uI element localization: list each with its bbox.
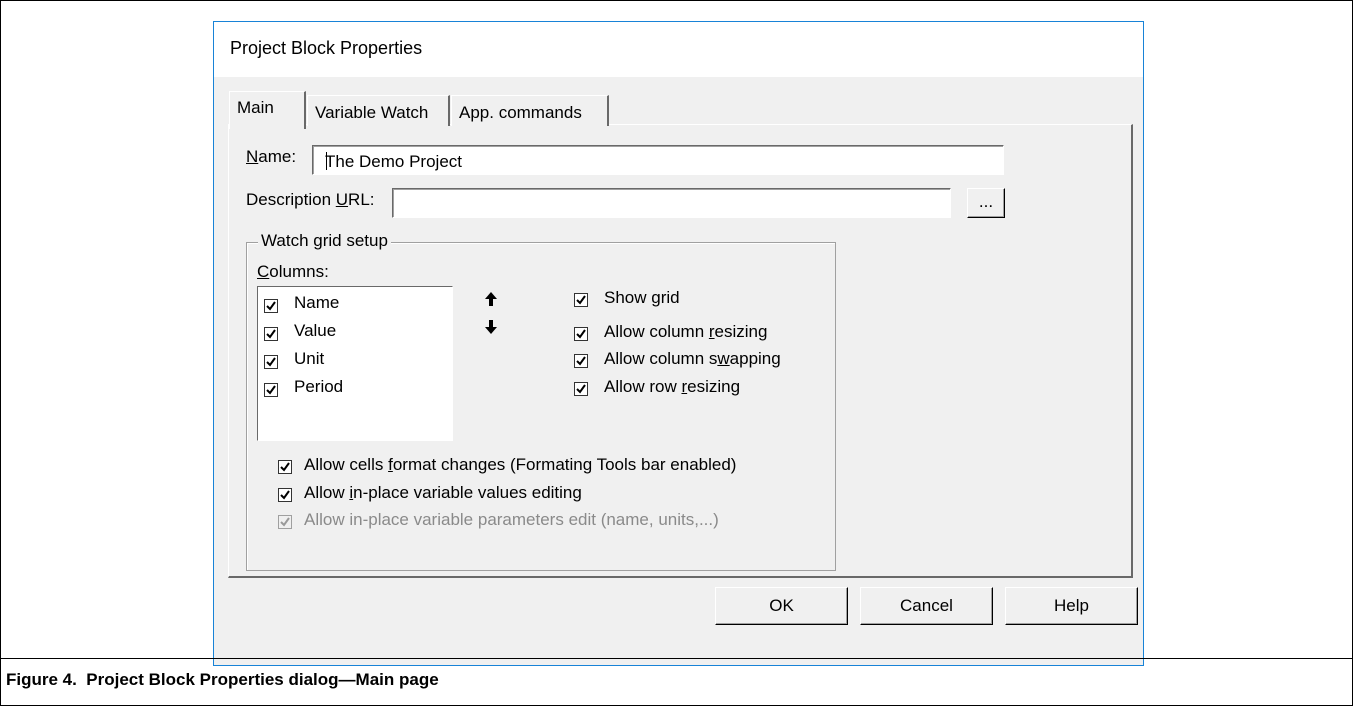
show-grid-label: Show grid bbox=[604, 288, 680, 307]
allow-inplace-params-label: Allow in-place variable parameters edit … bbox=[304, 510, 719, 529]
dialog-title: Project Block Properties bbox=[230, 38, 423, 58]
allow-column-swapping-label: Allow column swapping bbox=[604, 349, 781, 368]
allow-row-resizing-label: Allow row resizing bbox=[604, 377, 741, 396]
cancel-button[interactable]: Cancel bbox=[860, 587, 993, 625]
tab-main[interactable]: Main bbox=[229, 91, 306, 129]
name-label: Name: bbox=[246, 147, 297, 166]
column-value-checkbox[interactable] bbox=[264, 327, 278, 341]
allow-inplace-values-label: Allow in-place variable values editing bbox=[304, 483, 582, 502]
browse-button[interactable]: ... bbox=[967, 188, 1005, 218]
columns-listbox[interactable]: Name Value Unit Period bbox=[257, 286, 453, 441]
allow-inplace-params-checkbox bbox=[278, 515, 292, 529]
arrow-down-icon[interactable] bbox=[483, 319, 499, 335]
description-url-field[interactable] bbox=[392, 188, 951, 218]
caption-divider bbox=[0, 658, 1352, 659]
column-name-checkbox[interactable] bbox=[264, 299, 278, 313]
column-value-label: Value bbox=[294, 321, 337, 340]
dialog-titlebar: Project Block Properties bbox=[214, 22, 1143, 77]
figure-caption: Figure 4. Project Block Properties dialo… bbox=[6, 670, 439, 689]
allow-cells-format-checkbox[interactable] bbox=[278, 460, 292, 474]
allow-cells-format-label: Allow cells format changes (Formating To… bbox=[304, 455, 737, 474]
column-unit-label: Unit bbox=[294, 349, 325, 368]
help-button[interactable]: Help bbox=[1005, 587, 1138, 625]
column-period-checkbox[interactable] bbox=[264, 383, 278, 397]
allow-column-resizing-checkbox[interactable] bbox=[574, 327, 588, 341]
allow-inplace-values-checkbox[interactable] bbox=[278, 488, 292, 502]
project-block-properties-dialog: Project Block Properties Name: The Demo … bbox=[213, 21, 1144, 666]
allow-column-swapping-checkbox[interactable] bbox=[574, 354, 588, 368]
tab-variable-watch[interactable]: Variable Watch bbox=[307, 95, 450, 126]
allow-column-resizing-label: Allow column resizing bbox=[604, 322, 768, 341]
show-grid-checkbox[interactable] bbox=[574, 293, 588, 307]
allow-row-resizing-checkbox[interactable] bbox=[574, 382, 588, 396]
column-unit-checkbox[interactable] bbox=[264, 355, 278, 369]
watch-grid-setup-title: Watch grid setup bbox=[258, 231, 391, 251]
ok-button[interactable]: OK bbox=[715, 587, 848, 625]
column-name-label: Name bbox=[294, 293, 340, 312]
name-field-value: The Demo Project bbox=[325, 152, 462, 171]
description-url-label: Description URL: bbox=[246, 190, 375, 209]
text-caret bbox=[326, 152, 327, 170]
tab-app-commands[interactable]: App. commands bbox=[451, 95, 609, 126]
name-field[interactable]: The Demo Project bbox=[312, 145, 1004, 175]
arrow-up-icon[interactable] bbox=[483, 291, 499, 307]
columns-label: Columns: bbox=[257, 262, 329, 281]
column-period-label: Period bbox=[294, 377, 344, 396]
tab-panel-main: Name: The Demo Project Description URL: … bbox=[228, 124, 1133, 578]
